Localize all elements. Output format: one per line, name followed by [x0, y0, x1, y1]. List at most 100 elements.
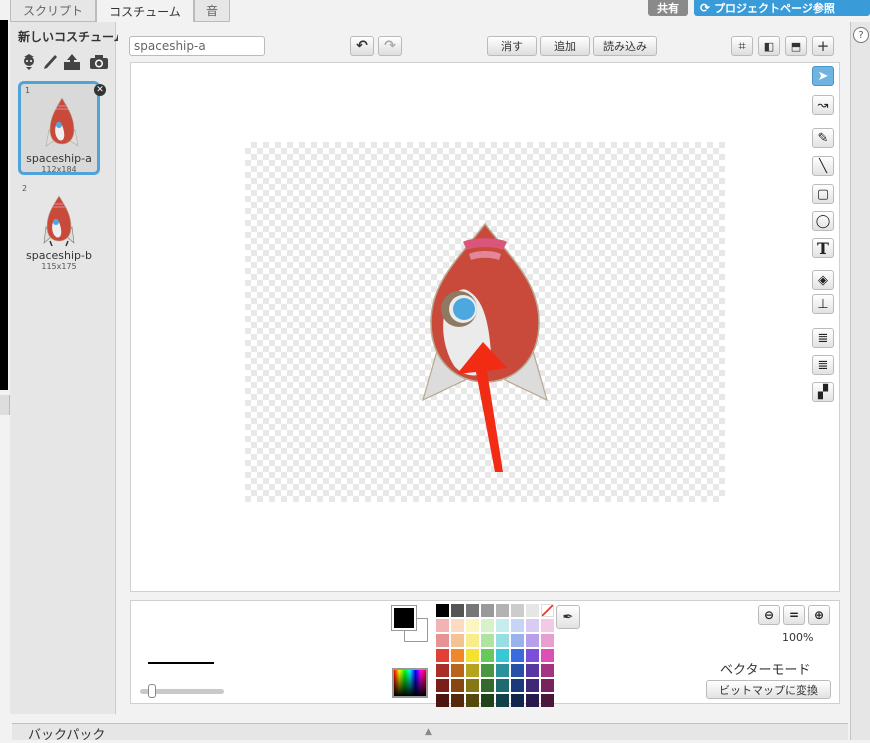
color-swatch[interactable] [451, 694, 464, 707]
reshape-tool[interactable]: ↝ [812, 95, 834, 115]
color-swatch[interactable] [436, 604, 449, 617]
color-swatch[interactable] [511, 664, 524, 677]
costume-tile[interactable]: 2 spaceship-b 115x175 [18, 181, 100, 275]
share-button[interactable]: 共有 [648, 0, 688, 16]
color-swatch[interactable] [451, 679, 464, 692]
import-button[interactable]: 読み込み [593, 36, 657, 56]
costume-name-input[interactable] [129, 36, 265, 56]
color-swatch[interactable] [466, 619, 479, 632]
color-swatch[interactable] [436, 619, 449, 632]
flip-horizontal-button[interactable]: ◧ [758, 36, 780, 56]
color-swatch[interactable] [511, 694, 524, 707]
delete-costume-icon[interactable]: ✕ [94, 84, 106, 96]
line-width-slider-handle[interactable] [148, 684, 156, 698]
color-swatch[interactable] [526, 634, 539, 647]
color-swatch[interactable] [496, 679, 509, 692]
color-swatch[interactable] [496, 619, 509, 632]
color-swatch[interactable] [481, 634, 494, 647]
color-swatch[interactable] [496, 604, 509, 617]
set-center-button[interactable]: + [812, 36, 834, 56]
zoom-reset-button[interactable]: = [783, 605, 805, 625]
color-swatch[interactable] [436, 634, 449, 647]
costume-tile[interactable]: 1 spaceship-a 112x184 [18, 81, 100, 175]
stamp-tool[interactable]: ⊥ [812, 294, 834, 314]
color-swatch[interactable] [436, 694, 449, 707]
color-swatch[interactable] [481, 649, 494, 662]
clear-button[interactable]: 消す [487, 36, 537, 56]
back-layer-tool[interactable]: ≣ [812, 355, 834, 375]
color-swatch[interactable] [496, 694, 509, 707]
color-swatch[interactable] [436, 679, 449, 692]
expand-arrow-icon[interactable]: ▲ [425, 727, 432, 737]
flip-vertical-button[interactable]: ⬒ [785, 36, 807, 56]
help-icon[interactable]: ? [853, 27, 869, 43]
ungroup-tool[interactable]: ▞ [812, 382, 834, 402]
undo-button[interactable]: ↶ [350, 36, 374, 56]
zoom-out-button[interactable]: ⊖ [758, 605, 780, 625]
color-swatch[interactable] [466, 649, 479, 662]
color-swatch[interactable] [451, 634, 464, 647]
color-swatch[interactable] [451, 664, 464, 677]
color-swatch[interactable] [511, 604, 524, 617]
text-tool[interactable]: T [812, 238, 834, 258]
choose-from-library-icon[interactable] [19, 52, 39, 72]
color-swatch[interactable] [526, 694, 539, 707]
color-picker-spectrum[interactable] [392, 668, 428, 698]
color-swatch[interactable] [526, 649, 539, 662]
color-swatch[interactable] [526, 664, 539, 677]
paint-new-costume-icon[interactable] [40, 52, 60, 72]
color-swatch[interactable] [466, 694, 479, 707]
see-project-page-button[interactable]: ⟳ プロジェクトページ参照 [694, 0, 870, 16]
zoom-in-button[interactable]: ⊕ [808, 605, 830, 625]
forward-layer-tool[interactable]: ≣ [812, 328, 834, 348]
color-swatch[interactable] [496, 649, 509, 662]
select-tool[interactable]: ➤ [812, 66, 834, 86]
color-swatch[interactable] [541, 634, 554, 647]
panel-resize-handle[interactable] [0, 395, 10, 415]
tab-sounds[interactable]: 音 [194, 0, 230, 22]
color-swatch[interactable] [511, 619, 524, 632]
color-swatch[interactable] [481, 679, 494, 692]
line-tool[interactable]: ╲ [812, 156, 834, 176]
convert-to-bitmap-button[interactable]: ビットマップに変換 [706, 680, 831, 699]
color-swatch[interactable] [466, 679, 479, 692]
color-swatch[interactable] [511, 634, 524, 647]
color-swatch[interactable] [526, 679, 539, 692]
color-swatch[interactable] [436, 664, 449, 677]
color-swatch[interactable] [526, 604, 539, 617]
color-swatch[interactable] [451, 619, 464, 632]
color-swatch[interactable] [451, 604, 464, 617]
color-swatch[interactable] [541, 649, 554, 662]
redo-button[interactable]: ↷ [378, 36, 402, 56]
eyedropper-button[interactable]: ✒ [556, 605, 580, 629]
color-swatch[interactable] [481, 604, 494, 617]
color-swatch[interactable] [541, 619, 554, 632]
color-swatch[interactable] [541, 604, 554, 617]
color-swatch[interactable] [541, 694, 554, 707]
rectangle-tool[interactable]: ▢ [812, 184, 834, 204]
color-swatch[interactable] [511, 649, 524, 662]
color-swatch[interactable] [481, 694, 494, 707]
color-swatch[interactable] [541, 664, 554, 677]
color-swatch[interactable] [466, 634, 479, 647]
ellipse-tool[interactable]: ◯ [812, 211, 834, 231]
tab-scripts[interactable]: スクリプト [10, 0, 96, 22]
fill-tool[interactable]: ◈ [812, 270, 834, 290]
drawing-canvas[interactable] [245, 142, 725, 502]
tab-costumes[interactable]: コスチューム [96, 0, 194, 23]
color-swatch[interactable] [466, 664, 479, 677]
color-swatch[interactable] [496, 634, 509, 647]
color-swatch[interactable] [526, 619, 539, 632]
add-button[interactable]: 追加 [540, 36, 590, 56]
color-swatch[interactable] [466, 604, 479, 617]
color-swatch[interactable] [541, 679, 554, 692]
pencil-tool[interactable]: ✎ [812, 128, 834, 148]
color-swatch[interactable] [496, 664, 509, 677]
upload-costume-icon[interactable] [62, 52, 82, 72]
color-swatch[interactable] [511, 679, 524, 692]
color-swatch[interactable] [451, 649, 464, 662]
color-swatch[interactable] [436, 649, 449, 662]
camera-icon[interactable] [89, 52, 109, 72]
crop-button[interactable]: ⌗ [731, 36, 753, 56]
color-swatch[interactable] [481, 664, 494, 677]
